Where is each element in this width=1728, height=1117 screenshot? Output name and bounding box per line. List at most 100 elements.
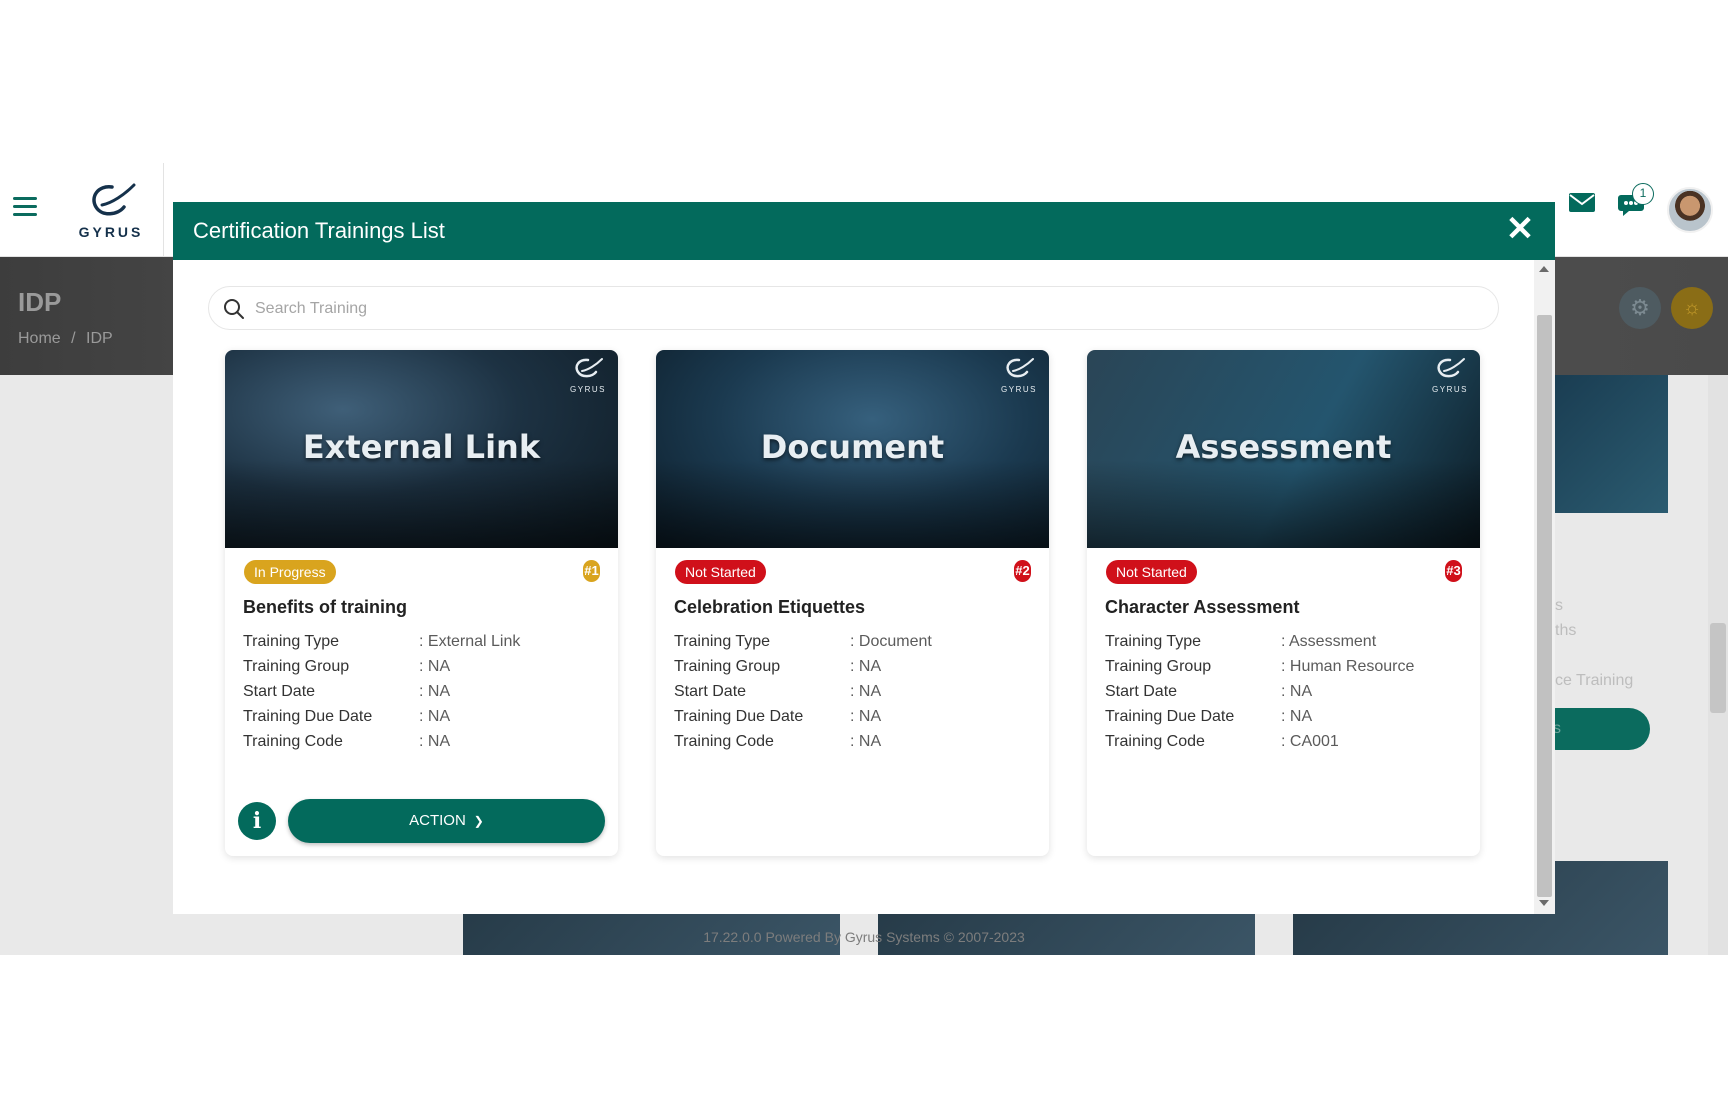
detail-value: : NA [850, 658, 882, 675]
background-text: ths [1555, 622, 1577, 639]
detail-value: : Document [850, 633, 932, 650]
detail-value: : NA [1281, 683, 1313, 700]
training-details: Training Type : Document Training Group : … [674, 633, 1034, 758]
detail-row: Training Group : NA [674, 658, 1034, 683]
modal-header: Certification Trainings List ✕ [173, 202, 1555, 260]
page-scrollbar-thumb[interactable] [1710, 623, 1726, 713]
detail-value: : NA [1281, 708, 1313, 725]
certification-trainings-modal: Certification Trainings List ✕ GYRUS Ext… [173, 202, 1555, 914]
detail-row: Training Due Date : NA [674, 708, 1034, 733]
rank-badge: #3 [1445, 560, 1462, 582]
detail-label: Training Due Date [243, 708, 373, 725]
breadcrumb-home-link[interactable]: Home [18, 330, 61, 347]
training-title: Celebration Etiquettes [674, 597, 866, 617]
detail-label: Start Date [1105, 683, 1178, 700]
training-card[interactable]: GYRUS External Link In Progress #1 Benef… [225, 350, 618, 856]
training-card-image: GYRUS External Link [225, 350, 618, 548]
scroll-up-arrow-icon[interactable] [1539, 266, 1549, 272]
modal-scrollbar[interactable] [1534, 260, 1555, 914]
user-avatar[interactable] [1667, 187, 1713, 233]
gyrus-logo[interactable]: GYRUS [58, 163, 164, 257]
rank-badge: #1 [583, 560, 600, 582]
scroll-down-arrow-icon[interactable] [1539, 900, 1549, 906]
modal-title: Certification Trainings List [193, 218, 445, 243]
detail-label: Training Type [674, 633, 771, 650]
detail-value: : Human Resource [1281, 658, 1415, 675]
detail-value: : NA [419, 708, 451, 725]
detail-row: Start Date : NA [243, 683, 603, 708]
training-details: Training Type: External Link Training Gr… [243, 633, 603, 758]
training-card-image: GYRUS Assessment [1087, 350, 1480, 548]
mail-icon[interactable] [1567, 190, 1599, 216]
lightbulb-icon[interactable]: ☼ [1671, 287, 1713, 329]
training-card[interactable]: GYRUS Document Not Started #2 Celebratio… [656, 350, 1049, 856]
background-text: s [1555, 597, 1563, 614]
detail-label: Training Group [243, 658, 350, 675]
close-icon[interactable]: ✕ [1505, 212, 1535, 246]
detail-row: Start Date : NA [1105, 683, 1465, 708]
detail-row: Training Type: Assessment [1105, 633, 1465, 658]
modal-body: GYRUS External Link In Progress #1 Benef… [189, 260, 1519, 900]
breadcrumb-current: IDP [86, 330, 113, 347]
notification-count-badge: 1 [1632, 183, 1654, 205]
detail-label: Start Date [243, 683, 316, 700]
detail-value: : NA [850, 683, 882, 700]
status-badge: In Progress [244, 560, 336, 584]
detail-row: Training Type : Document [674, 633, 1034, 658]
training-type-label: Assessment [1175, 428, 1392, 466]
detail-label: Training Type [243, 633, 340, 650]
gyrus-logo-icon: GYRUS [1430, 356, 1470, 394]
detail-label: Training Code [674, 733, 774, 750]
hamburger-icon[interactable] [13, 197, 37, 217]
detail-row: Training Due Date : NA [243, 708, 603, 733]
gyrus-logo-icon: GYRUS [999, 356, 1039, 394]
detail-row: Training Code : NA [674, 733, 1034, 758]
info-icon[interactable]: i [238, 802, 276, 840]
detail-row: Training Group : NA [243, 658, 603, 683]
gyrus-logo-icon: GYRUS [568, 356, 608, 394]
detail-row: Training Group : Human Resource [1105, 658, 1465, 683]
detail-row: Training Code : CA001 [1105, 733, 1465, 758]
detail-label: Training Code [1105, 733, 1205, 750]
detail-row: Start Date : NA [674, 683, 1034, 708]
footer-text: 17.22.0.0 Powered By Gyrus Systems © 200… [703, 929, 1025, 945]
detail-label: Training Group [674, 658, 781, 675]
training-type-label: Document [760, 428, 945, 466]
breadcrumb-separator: / [71, 330, 76, 347]
rank-badge: #2 [1014, 560, 1031, 582]
background-text: ce Training [1555, 672, 1634, 689]
detail-label: Training Due Date [674, 708, 804, 725]
breadcrumb: Home / IDP [18, 330, 113, 348]
training-type-label: External Link [302, 428, 541, 466]
detail-value: : NA [419, 733, 451, 750]
detail-value: : NA [419, 683, 451, 700]
detail-value: : NA [850, 733, 882, 750]
detail-row: Training Code : NA [243, 733, 603, 758]
detail-value: : NA [419, 658, 451, 675]
gear-icon[interactable]: ⚙ [1619, 287, 1661, 329]
logo-text: GYRUS [78, 224, 144, 240]
chevron-down-icon: ❯ [473, 814, 484, 828]
action-dropdown-button[interactable]: ACTION ❯ [288, 799, 605, 843]
detail-row: Training Due Date : NA [1105, 708, 1465, 733]
training-details: Training Type: Assessment Training Group… [1105, 633, 1465, 758]
search-bar[interactable] [208, 286, 1499, 330]
status-badge: Not Started [675, 560, 766, 584]
search-icon [224, 299, 244, 319]
detail-value: : NA [850, 708, 882, 725]
training-card[interactable]: GYRUS Assessment Not Started #3 Characte… [1087, 350, 1480, 856]
search-input[interactable] [253, 295, 1453, 323]
detail-label: Training Group [1105, 658, 1212, 675]
detail-row: Training Type: External Link [243, 633, 603, 658]
page-title: IDP [18, 287, 62, 317]
detail-value: : CA001 [1281, 733, 1339, 750]
detail-label: Training Code [243, 733, 343, 750]
detail-label: Training Due Date [1105, 708, 1235, 725]
gyrus-logo-mark-icon [92, 183, 136, 216]
training-title: Benefits of training [243, 597, 408, 617]
detail-value: : Assessment [1281, 633, 1377, 650]
detail-label: Start Date [674, 683, 747, 700]
status-badge: Not Started [1106, 560, 1197, 584]
modal-scrollbar-thumb[interactable] [1537, 315, 1552, 897]
training-title: Character Assessment [1105, 597, 1300, 617]
